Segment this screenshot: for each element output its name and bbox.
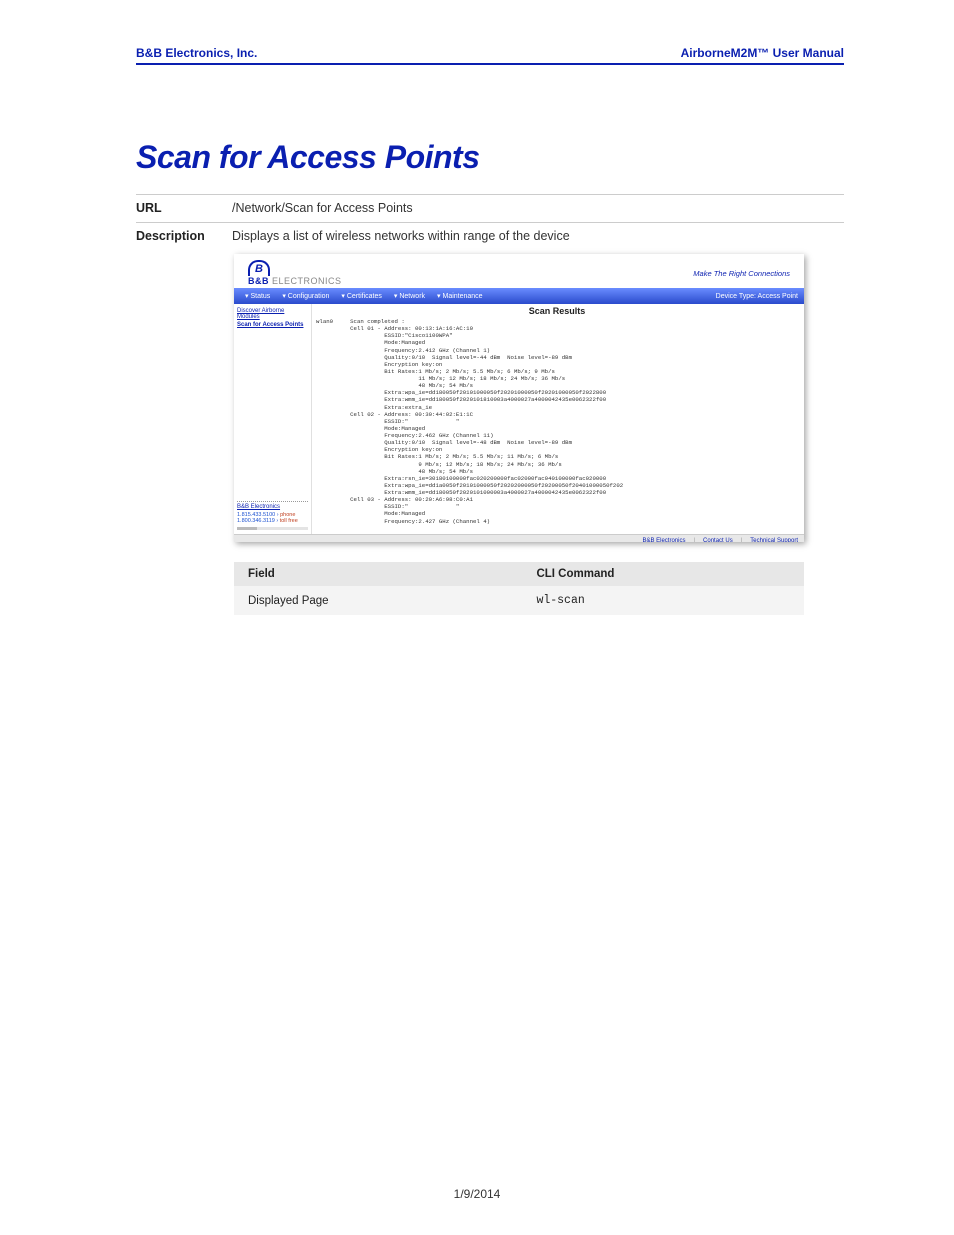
result-pane: Scan Results wlan0 Scan completed : Cell… — [312, 304, 804, 534]
meta-row-url: URL /Network/Scan for Access Points — [136, 194, 844, 222]
page-header: B&B Electronics, Inc. AirborneM2M™ User … — [136, 40, 844, 65]
footer-link-contact[interactable]: Contact Us — [703, 538, 733, 542]
sidebar-phone2: 1.800.346.3119 › toll free — [237, 518, 308, 524]
meta-value: Displays a list of wireless networks wit… — [232, 229, 844, 243]
tagline: Make The Right Connections — [693, 269, 790, 278]
sidebar: Discover Airborne Modules Scan for Acces… — [234, 304, 312, 534]
logo-text: B&B ELECTRONICS — [248, 276, 342, 286]
device-type: Device Type: Access Point — [716, 293, 798, 300]
table-row: Displayed Page wl-scan — [234, 586, 804, 615]
meta-label: Description — [136, 229, 232, 243]
nav-maintenance[interactable]: ▾ Maintenance — [432, 292, 488, 300]
td-field: Displayed Page — [234, 586, 522, 615]
sidebar-company[interactable]: B&B Electronics — [237, 504, 308, 510]
logo-icon: B — [248, 260, 270, 276]
embedded-screenshot: B B&B ELECTRONICS Make The Right Connect… — [234, 254, 804, 542]
cli-table: Field CLI Command Displayed Page wl-scan — [234, 562, 804, 615]
embed-header: B B&B ELECTRONICS Make The Right Connect… — [234, 254, 804, 288]
logo: B B&B ELECTRONICS — [248, 260, 342, 286]
footer-link-bb[interactable]: B&B Electronics — [642, 538, 685, 542]
meta-row-description: Description Displays a list of wireless … — [136, 222, 844, 250]
nav-certificates[interactable]: ▾ Certificates — [336, 292, 386, 300]
sidebar-link-discover[interactable]: Discover Airborne Modules — [237, 308, 308, 320]
header-right: AirborneM2M™ User Manual — [681, 46, 844, 60]
page-title: Scan for Access Points — [136, 139, 844, 176]
scan-output: wlan0 Scan completed : Cell 01 - Address… — [316, 318, 798, 525]
nav-status[interactable]: ▾ Status — [240, 292, 275, 300]
sidebar-scrollbar[interactable] — [237, 527, 308, 530]
nav-items: ▾ Status ▾ Configuration ▾ Certificates … — [240, 292, 488, 300]
meta-label: URL — [136, 201, 232, 215]
nav-configuration[interactable]: ▾ Configuration — [277, 292, 334, 300]
meta-value: /Network/Scan for Access Points — [232, 201, 844, 215]
td-cli: wl-scan — [522, 586, 804, 615]
footer-date: 1/9/2014 — [0, 1187, 954, 1201]
results-title: Scan Results — [316, 306, 798, 316]
footer-link-support[interactable]: Technical Support — [750, 538, 798, 542]
nav-network[interactable]: ▾ Network — [389, 292, 430, 300]
table-header-row: Field CLI Command — [234, 562, 804, 586]
navbar: ▾ Status ▾ Configuration ▾ Certificates … — [234, 288, 804, 304]
embed-footer: B&B Electronics| Contact Us| Technical S… — [234, 534, 804, 542]
header-left: B&B Electronics, Inc. — [136, 46, 257, 60]
th-cli: CLI Command — [522, 562, 804, 586]
meta-block: URL /Network/Scan for Access Points Desc… — [136, 194, 844, 250]
sidebar-link-scan[interactable]: Scan for Access Points — [237, 322, 308, 328]
th-field: Field — [234, 562, 522, 586]
